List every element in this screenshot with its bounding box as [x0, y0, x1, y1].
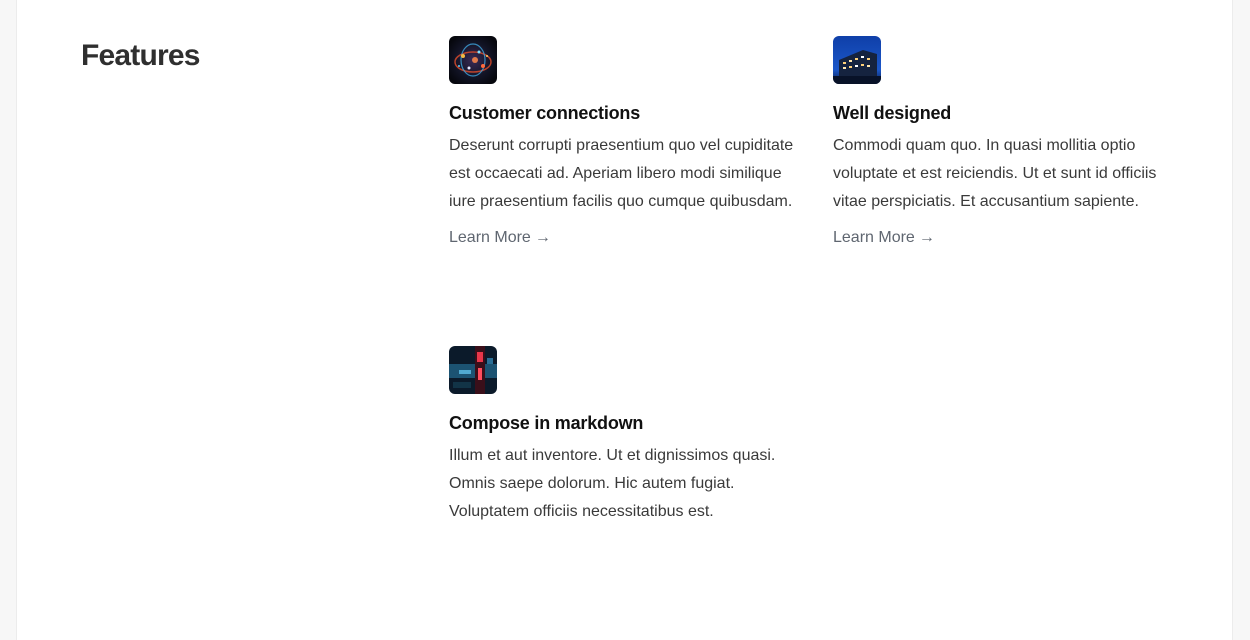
arrow-right-icon: → [918, 229, 935, 246]
learn-more-label: Learn More [449, 229, 531, 246]
features-panel: Features Customer connections Deserunt c… [16, 0, 1233, 640]
learn-more-link[interactable]: Learn More → [449, 226, 551, 250]
learn-more-label: Learn More [833, 229, 915, 246]
feature-customer-connections: Customer connections Deserunt corrupti p… [449, 36, 809, 250]
feature-compose-in-markdown: Compose in markdown Illum et aut invento… [449, 346, 809, 526]
building-night-image [833, 36, 881, 84]
feature-well-designed: Well designed Commodi quam quo. In quasi… [833, 36, 1193, 250]
feature-description: Commodi quam quo. In quasi mollitia opti… [833, 137, 1157, 210]
section-title: Features [81, 39, 200, 72]
feature-title: Well designed [833, 103, 952, 123]
network-globe-image [449, 36, 497, 84]
feature-title: Compose in markdown [449, 413, 644, 433]
feature-description: Deserunt corrupti praesentium quo vel cu… [449, 137, 794, 210]
feature-description: Illum et aut inventore. Ut et dignissimo… [449, 447, 776, 520]
feature-title: Customer connections [449, 103, 641, 123]
learn-more-link[interactable]: Learn More → [833, 226, 935, 250]
neon-abstract-image [449, 346, 497, 394]
arrow-right-icon: → [534, 229, 551, 246]
